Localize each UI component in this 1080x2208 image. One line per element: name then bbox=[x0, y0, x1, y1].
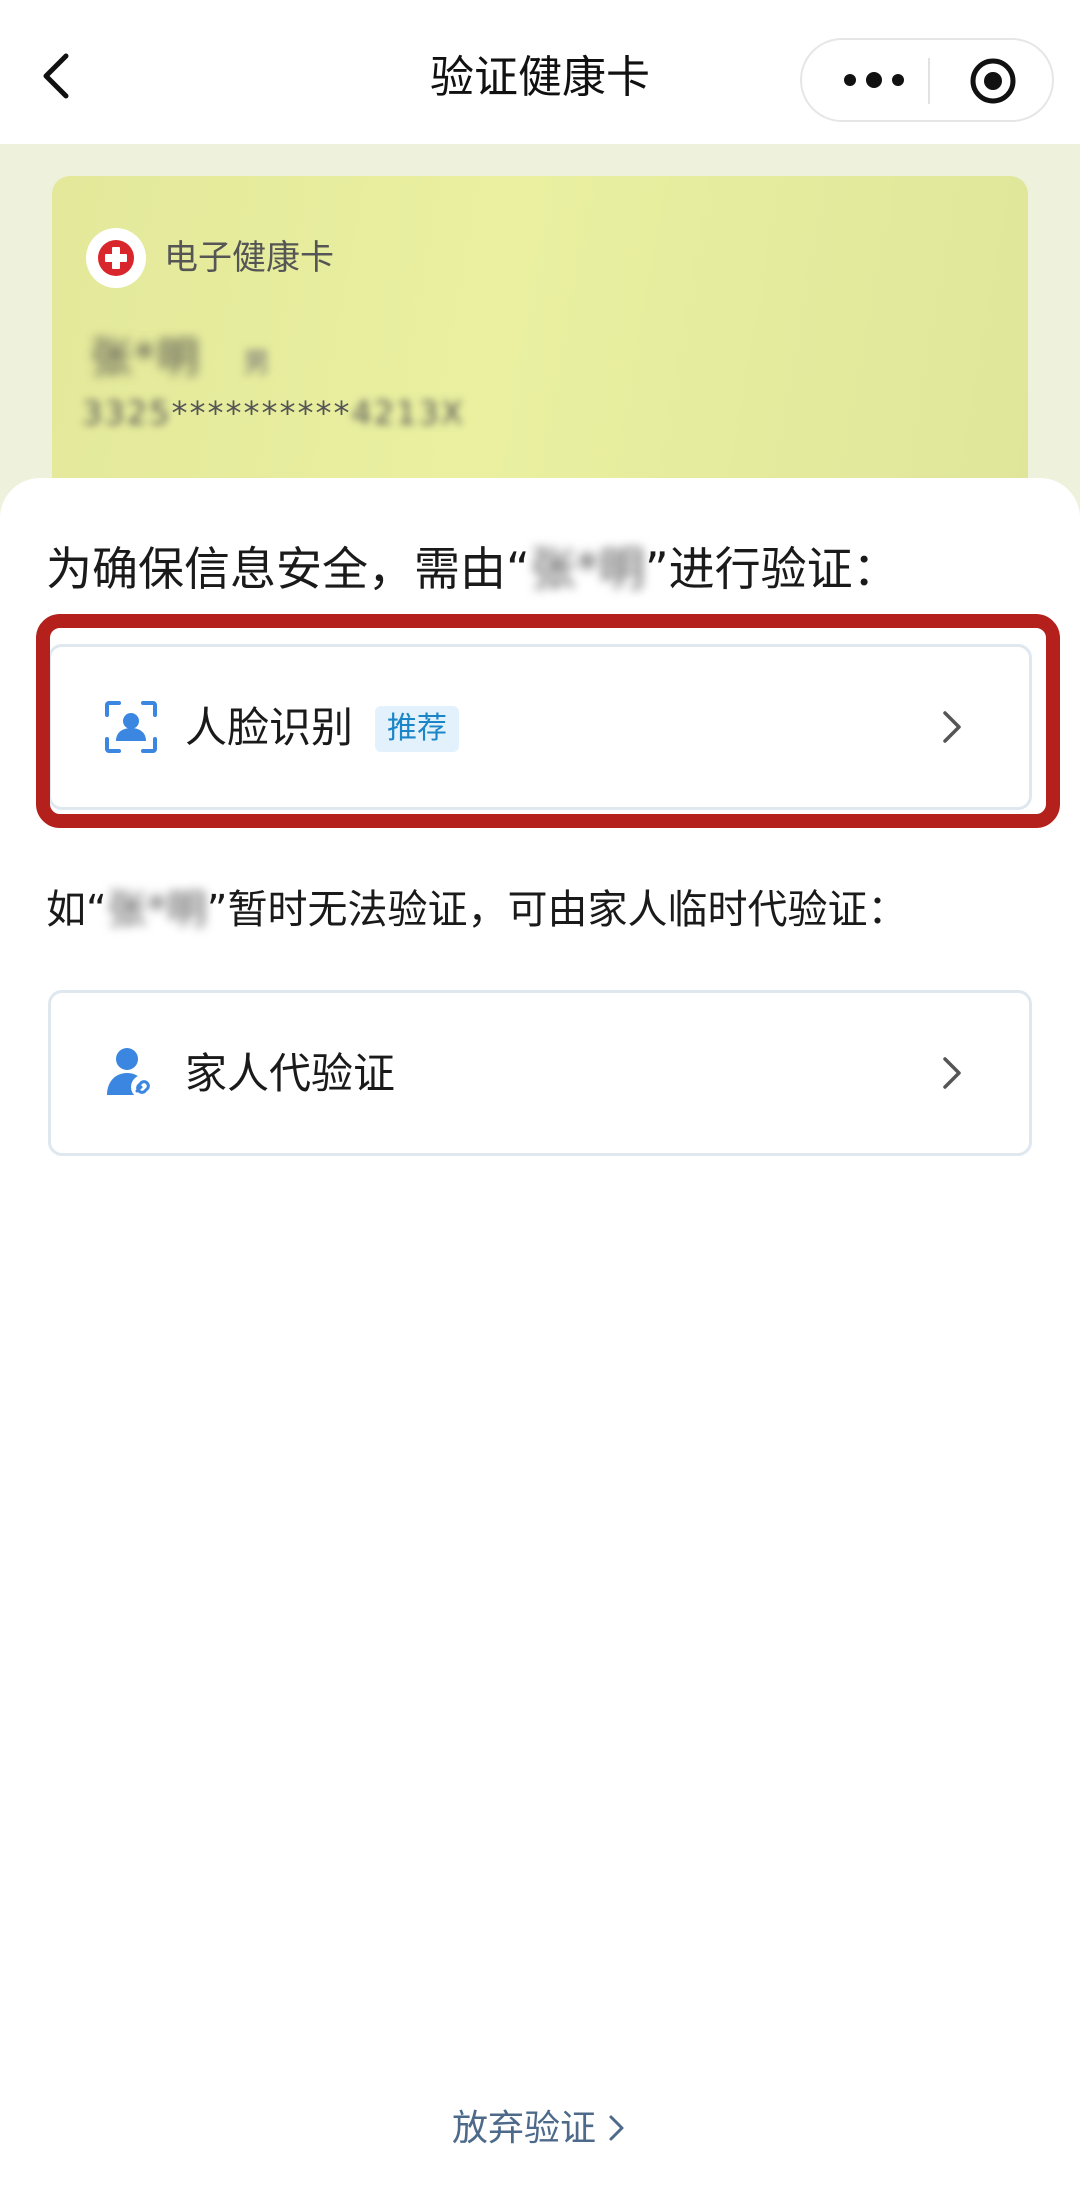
abandon-label: 放弃验证 bbox=[451, 2108, 596, 2149]
masked-gender: 男 bbox=[242, 346, 273, 379]
capsule-divider bbox=[928, 58, 930, 104]
health-card-label: 电子健康卡 bbox=[164, 238, 334, 278]
family-option-label: 家人代验证 bbox=[185, 1049, 396, 1098]
family-verify-option[interactable]: 家人代验证 bbox=[48, 990, 1032, 1156]
highlight-annotation bbox=[36, 614, 1060, 828]
prompt-text: 为确保信息安全，需由“ bbox=[46, 542, 530, 596]
masked-name: 张*明 bbox=[529, 542, 645, 596]
abandon-verification-link[interactable]: 放弃验证 bbox=[0, 2104, 1080, 2154]
masked-name: 张*明 bbox=[106, 887, 207, 933]
mini-program-capsule bbox=[800, 38, 1054, 122]
prompt-text: ”暂时无法验证，可由家人临时代验证： bbox=[206, 887, 908, 933]
target-circle-icon[interactable] bbox=[968, 56, 1018, 106]
card-id-number: 3325**********4213X bbox=[82, 394, 465, 432]
chevron-right-icon bbox=[606, 2108, 628, 2141]
id-prefix: 3325 bbox=[82, 394, 172, 432]
health-cross-icon bbox=[86, 228, 146, 288]
id-stars: ********** bbox=[171, 394, 352, 432]
chevron-right-icon bbox=[939, 1051, 965, 1095]
verify-prompt: 为确保信息安全，需由“张*明”进行验证： bbox=[46, 538, 899, 600]
id-suffix: 4213X bbox=[351, 394, 465, 432]
family-link-icon bbox=[103, 1045, 159, 1101]
verification-sheet: 为确保信息安全，需由“张*明”进行验证： 人脸识别 推荐 如“张*明”暂时无法验证… bbox=[0, 478, 1080, 2208]
prompt-text: ”进行验证： bbox=[644, 542, 899, 596]
card-holder-name: 张*明 男 bbox=[90, 324, 272, 385]
health-card: 电子健康卡 张*明 男 3325**********4213X bbox=[52, 176, 1028, 516]
prompt-text: 如“ bbox=[46, 887, 107, 933]
family-prompt: 如“张*明”暂时无法验证，可由家人临时代验证： bbox=[46, 882, 907, 938]
nav-bar: 验证健康卡 bbox=[0, 0, 1080, 144]
masked-name: 张*明 bbox=[90, 333, 202, 382]
more-dots-icon[interactable] bbox=[836, 60, 912, 100]
